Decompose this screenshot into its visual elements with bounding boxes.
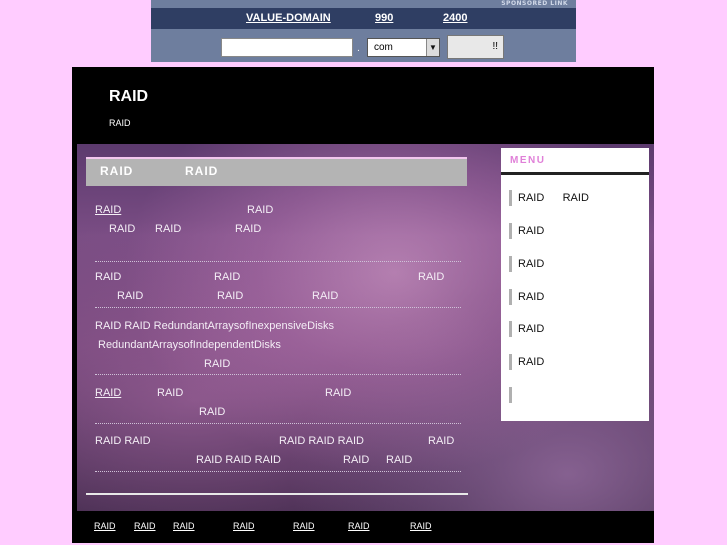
menu-item[interactable] (509, 387, 518, 403)
domain-search-input[interactable] (221, 38, 353, 57)
content-paragraph-4 (95, 382, 461, 424)
menu-item[interactable]: RAID (509, 321, 544, 337)
footer-link[interactable]: RAID (293, 521, 315, 531)
paragraph-text: RAID (247, 204, 274, 216)
footer-link[interactable]: RAID (410, 521, 432, 531)
paragraph-text: RAID (312, 290, 339, 302)
value-domain-link[interactable]: VALUE-DOMAIN (246, 12, 331, 24)
paragraph-text: RAID RAID RedundantArraysofInexpensiveDi… (95, 320, 335, 332)
sidebar-menu: MENU RAID RAID RAID RAID RAID RAID RAID (501, 148, 649, 421)
paragraph-text: RAID (325, 387, 352, 399)
site-subtitle: RAID (109, 118, 131, 128)
content-paragraph-1 (95, 199, 461, 262)
chevron-down-icon[interactable]: ▼ (426, 39, 439, 56)
price-link-1[interactable]: 990 (375, 12, 393, 24)
paragraph-text: RAID RAID RAID (279, 435, 364, 447)
footer-link[interactable]: RAID (134, 521, 156, 531)
paragraph-text: RAID (428, 435, 455, 447)
paragraph-text: RAID (217, 290, 244, 302)
menu-item[interactable]: RAID RAID (509, 190, 589, 206)
site-footer: RAID RAID RAID RAID RAID RAID RAID (72, 511, 654, 543)
paragraph-text: RAID (214, 271, 241, 283)
content-bottom-rule (86, 493, 468, 495)
paragraph-text: RAID (418, 271, 445, 283)
tld-selected-value: com (374, 42, 393, 53)
ad-bar: SPONSORED LINK VALUE-DOMAIN 990 2400 . c… (151, 0, 576, 62)
content-heading-right: RAID (185, 164, 219, 178)
paragraph-text: RAID (204, 358, 231, 370)
menu-item[interactable]: RAID (509, 223, 544, 239)
paragraph-text: RAID (155, 223, 182, 235)
footer-link[interactable]: RAID (348, 521, 370, 531)
paragraph-text: RAID (109, 223, 136, 235)
menu-item[interactable]: RAID (509, 354, 544, 370)
menu-item[interactable]: RAID (509, 256, 544, 272)
content-heading-bar: RAID RAID (86, 157, 467, 186)
ad-banner: VALUE-DOMAIN 990 2400 (151, 8, 576, 29)
site-title[interactable]: RAID (109, 88, 148, 106)
footer-link[interactable]: RAID (173, 521, 195, 531)
domain-search-button[interactable]: !! (447, 35, 504, 59)
paragraph-1-link[interactable]: RAID (95, 204, 121, 216)
paragraph-text: RedundantArraysofIndependentDisks (98, 339, 281, 351)
paragraph-text: RAID RAID (95, 435, 151, 447)
paragraph-4-link[interactable]: RAID (95, 387, 121, 399)
paragraph-text: RAID (343, 454, 370, 466)
site-header: RAID RAID (72, 67, 654, 144)
footer-link[interactable]: RAID (233, 521, 255, 531)
tld-select[interactable]: com ▼ (367, 38, 440, 57)
paragraph-text: RAID (199, 406, 226, 418)
paragraph-text: RAID (95, 271, 122, 283)
paragraph-text: RAID RAID RAID (196, 454, 281, 466)
footer-link[interactable] (473, 521, 489, 532)
paragraph-text: RAID (117, 290, 144, 302)
paragraph-text: RAID (235, 223, 262, 235)
tld-dot: . (357, 44, 360, 54)
content-paragraph-2 (95, 267, 461, 308)
paragraph-text: RAID (386, 454, 413, 466)
footer-link[interactable]: RAID (94, 521, 116, 531)
price-link-2[interactable]: 2400 (443, 12, 467, 24)
sponsored-label: SPONSORED LINK (501, 0, 568, 7)
site-container: RAID RAID RAID RAID RAID RAID RAID RAID … (72, 67, 654, 543)
paragraph-text: RAID (157, 387, 184, 399)
menu-item[interactable]: RAID (509, 289, 544, 305)
content-heading-left: RAID (100, 164, 134, 178)
menu-title: MENU (501, 148, 649, 175)
